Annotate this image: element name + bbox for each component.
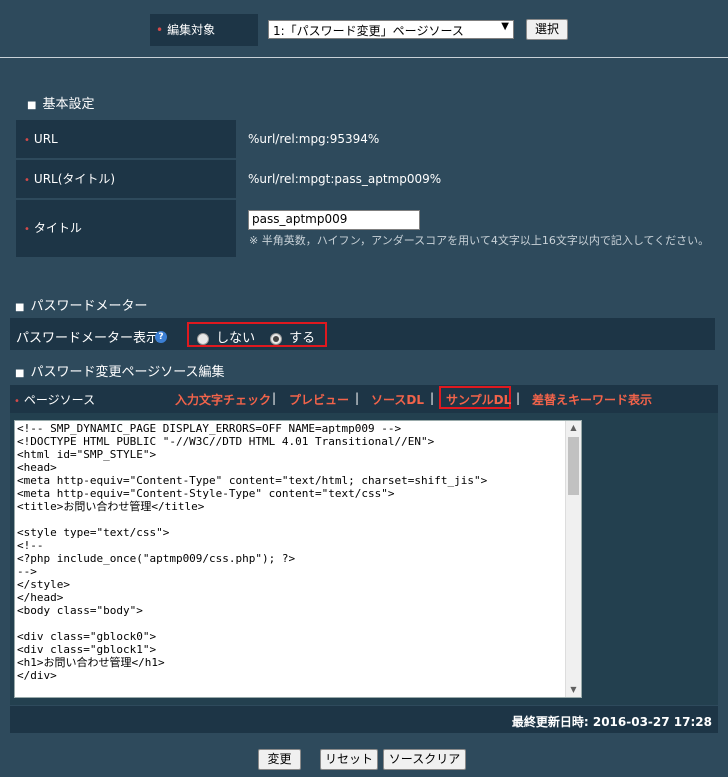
input-check-link[interactable]: 入力文字チェック: [175, 391, 271, 408]
scroll-thumb[interactable]: [568, 437, 579, 495]
source-code-text: <!-- SMP_DYNAMIC_PAGE DISPLAY_ERRORS=OFF…: [17, 422, 488, 682]
password-meter-title: ■ パスワードメーター: [15, 299, 148, 314]
scroll-up-icon[interactable]: ▲: [566, 421, 581, 435]
square-bullet-icon: ■: [15, 368, 25, 379]
source-clear-button[interactable]: ソースクリア: [383, 749, 466, 770]
basic-settings-title: ■ 基本設定: [27, 97, 95, 112]
dropdown-arrow-icon: ▼: [501, 21, 509, 32]
title-note: ※ 半角英数，ハイフン，アンダースコアを用いて4文字以上16文字以内で記入してく…: [249, 234, 710, 247]
keyword-display-link[interactable]: 差替えキーワード表示: [532, 391, 652, 408]
link-separator: |: [516, 391, 521, 405]
last-updated-text: 最終更新日時: 2016-03-27 17:28: [511, 715, 712, 729]
meter-option-on[interactable]: する: [270, 327, 315, 346]
required-marker-icon: •: [24, 135, 30, 146]
sample-dl-link[interactable]: サンプルDL: [446, 391, 511, 408]
reset-button[interactable]: リセット: [320, 749, 378, 770]
source-edit-title: ■ パスワード変更ページソース編集: [15, 365, 225, 380]
link-separator: |: [430, 391, 435, 405]
url-value: %url/rel:mpg:95394%: [236, 120, 712, 158]
vertical-scrollbar[interactable]: ▲ ▼: [565, 421, 581, 697]
square-bullet-icon: ■: [27, 100, 37, 111]
edit-target-label: • 編集対象: [150, 14, 258, 46]
url-label: • URL: [16, 120, 236, 158]
radio-on-icon: [270, 332, 282, 345]
question-icon: ?: [155, 331, 167, 343]
link-separator: |: [272, 391, 277, 405]
required-marker-icon: •: [14, 396, 20, 407]
link-separator: |: [355, 391, 360, 405]
password-meter-display-label: パスワードメーター表示: [16, 331, 160, 346]
header-divider: [0, 57, 728, 58]
change-button[interactable]: 変更: [258, 749, 301, 770]
scroll-down-icon[interactable]: ▼: [566, 683, 581, 697]
square-bullet-icon: ■: [15, 302, 25, 313]
required-marker-icon: •: [156, 23, 164, 37]
select-button[interactable]: 選択: [526, 19, 568, 40]
radio-off-icon: [197, 332, 209, 345]
meter-option-off[interactable]: しない: [197, 327, 255, 346]
url-title-label: • URL(タイトル): [16, 160, 236, 198]
title-input[interactable]: pass_aptmp009: [248, 210, 420, 230]
edit-target-select[interactable]: 1:「パスワード変更」ページソース ▼: [268, 20, 514, 39]
required-marker-icon: •: [24, 175, 30, 186]
required-marker-icon: •: [24, 224, 30, 235]
source-dl-link[interactable]: ソースDL: [371, 391, 424, 408]
source-code-textarea[interactable]: <!-- SMP_DYNAMIC_PAGE DISPLAY_ERRORS=OFF…: [14, 420, 582, 698]
title-label: • タイトル: [16, 200, 236, 257]
help-icon[interactable]: ?: [155, 328, 167, 343]
url-title-value: %url/rel:mpgt:pass_aptmp009%: [236, 160, 712, 198]
page-source-label: • ページソース: [14, 393, 96, 407]
preview-link[interactable]: プレビュー: [289, 391, 349, 408]
